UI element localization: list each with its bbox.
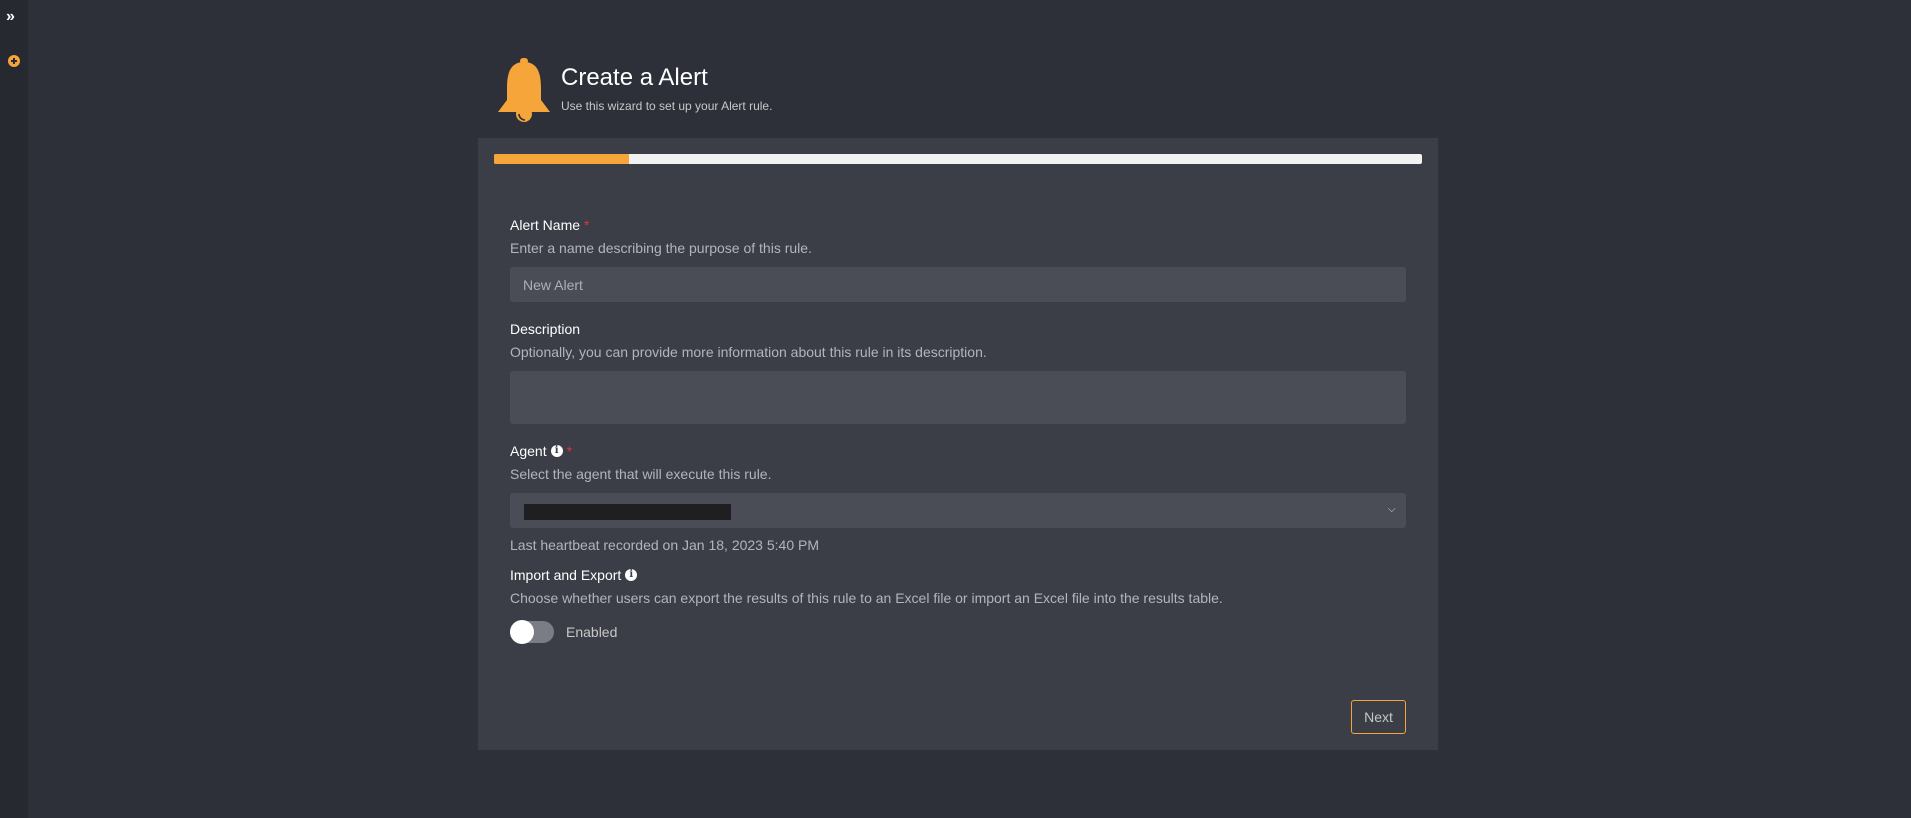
wizard-progress-fill	[494, 154, 629, 164]
alert-name-input[interactable]	[510, 267, 1406, 302]
required-marker: *	[566, 443, 573, 459]
page-subtitle: Use this wizard to set up your Alert rul…	[561, 99, 773, 113]
wizard-progress-bar	[494, 154, 1422, 164]
agent-help: Select the agent that will execute this …	[510, 466, 772, 482]
wizard-header: Create a Alert Use this wizard to set up…	[494, 58, 1094, 122]
import-export-help: Choose whether users can export the resu…	[510, 590, 1223, 606]
info-circle-icon[interactable]: i	[625, 569, 638, 581]
plus-circle-icon[interactable]	[8, 55, 20, 67]
import-export-field: Import and Export i Choose whether users…	[510, 566, 1406, 644]
bell-icon	[498, 58, 550, 122]
next-button[interactable]: Next	[1351, 700, 1406, 734]
import-export-toggle[interactable]	[510, 620, 554, 644]
agent-label: Agent	[510, 443, 547, 459]
toggle-label: Enabled	[566, 624, 618, 640]
alert-name-help: Enter a name describing the purpose of t…	[510, 240, 812, 256]
agent-select[interactable]: ⌵	[510, 493, 1406, 528]
description-help: Optionally, you can provide more informa…	[510, 344, 987, 360]
sidebar: »	[0, 0, 28, 818]
wizard-card: Alert Name * Enter a name describing the…	[478, 138, 1438, 750]
required-marker: *	[584, 217, 590, 233]
page-title: Create a Alert	[561, 64, 708, 91]
import-export-label: Import and Export	[510, 567, 622, 583]
description-field: Description Optionally, you can provide …	[510, 320, 1406, 429]
redacted-agent-value	[524, 504, 731, 520]
chevron-down-icon: ⌵	[1388, 504, 1396, 515]
alert-name-label: Alert Name	[510, 217, 581, 233]
description-textarea[interactable]	[510, 371, 1406, 424]
agent-field: Agent i * Select the agent that will exe…	[510, 442, 1406, 553]
info-circle-icon[interactable]: i	[550, 445, 563, 457]
last-heartbeat-note: Last heartbeat recorded on Jan 18, 2023 …	[510, 537, 819, 553]
description-label: Description	[510, 321, 581, 337]
toggle-knob	[510, 620, 534, 644]
double-chevron-right-icon[interactable]: »	[6, 9, 22, 25]
alert-name-field: Alert Name * Enter a name describing the…	[510, 216, 1406, 302]
